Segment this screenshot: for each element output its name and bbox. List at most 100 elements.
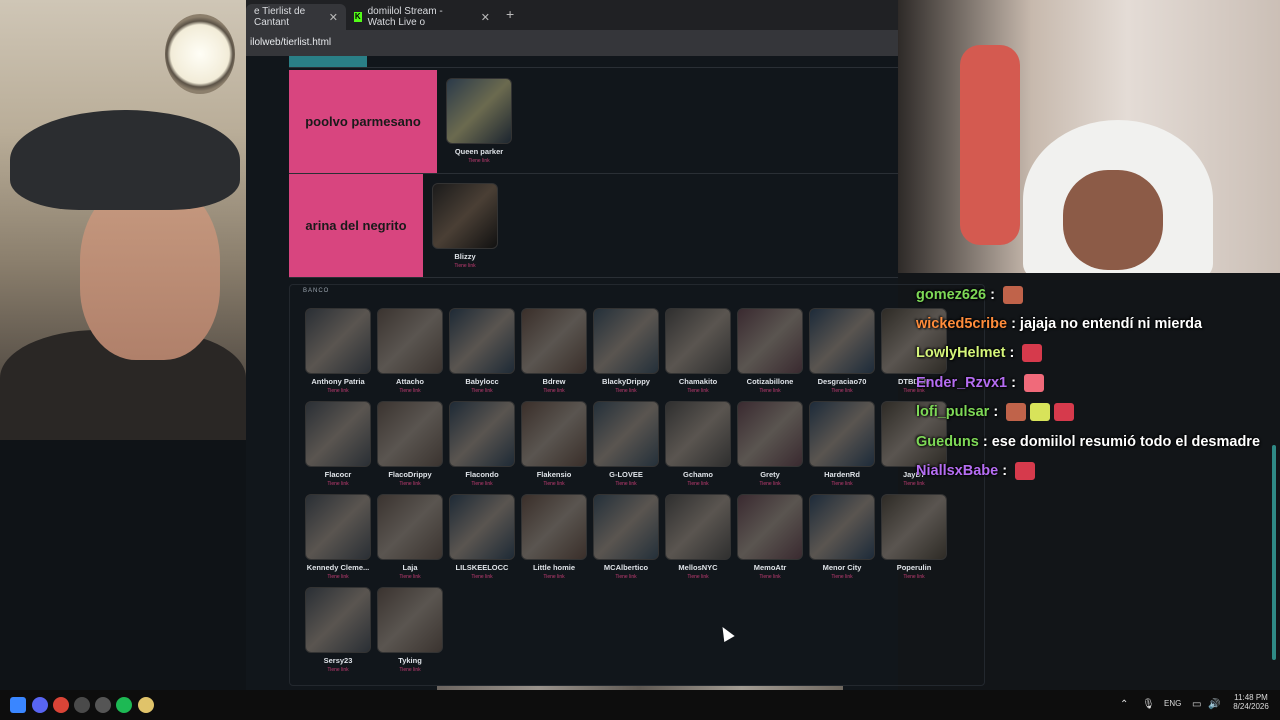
artist-card[interactable]: MCAlbertico Tiene link xyxy=(591,494,661,580)
artist-card[interactable]: MellosNYC Tiene link xyxy=(663,494,733,580)
artist-card[interactable]: Poperulin Tiene link xyxy=(879,494,949,580)
chat-username[interactable]: wicked5cribe xyxy=(916,316,1007,332)
artist-name: FlacoDrippy xyxy=(388,470,432,479)
cap xyxy=(10,110,240,210)
chat-text: ese domiilol resumió todo el desmadre xyxy=(991,433,1261,450)
artist-card[interactable]: Desgraciao70 Tiene link xyxy=(807,308,877,394)
artist-card[interactable]: LILSKEELOCC Tiene link xyxy=(447,494,517,580)
artist-name: HardenRd xyxy=(824,470,860,479)
chat-message: NiallsxBabe: xyxy=(916,456,1276,485)
artist-name: Sersy23 xyxy=(323,656,353,665)
windows-start-icon[interactable] xyxy=(10,697,26,713)
artist-card[interactable]: Kennedy Cleme... Tiene link xyxy=(303,494,373,580)
artist-link-note: Tiene link xyxy=(831,574,853,580)
chat-username[interactable]: NiallsxBabe xyxy=(916,463,998,479)
artist-card[interactable]: Sersy23 Tiene link xyxy=(303,587,373,673)
artist-name: Cotizabillone xyxy=(746,377,794,386)
chevron-up-icon[interactable]: ⌃ xyxy=(1120,699,1128,710)
browser-chrome: e Tierlist de Cantant ✕ K domiilol Strea… xyxy=(246,0,898,62)
chat-message: gomez626: xyxy=(916,280,1276,309)
scrollbar[interactable] xyxy=(1272,445,1276,660)
artist-link-note: Tiene link xyxy=(903,574,925,580)
artist-link-note: Tiene link xyxy=(687,481,709,487)
artist-photo xyxy=(665,494,731,560)
emote-icon xyxy=(1030,403,1051,422)
artist-card[interactable]: Queen parker Tiene link xyxy=(444,78,514,164)
artist-card[interactable]: Bdrew Tiene link xyxy=(519,308,589,394)
artist-photo xyxy=(737,494,803,560)
artist-link-note: Tiene link xyxy=(687,388,709,394)
chat-message: lofi_pulsar: xyxy=(916,398,1276,427)
artist-link-note: Tiene link xyxy=(471,574,493,580)
artist-card[interactable]: Tyking Tiene link xyxy=(375,587,445,673)
artist-link-note: Tiene link xyxy=(471,481,493,487)
close-icon[interactable]: ✕ xyxy=(329,11,338,24)
artist-card[interactable]: Cotizabillone Tiene link xyxy=(735,308,805,394)
artist-card[interactable]: MemoAtr Tiene link xyxy=(735,494,805,580)
emote-icon xyxy=(1023,373,1044,392)
new-tab-button[interactable]: + xyxy=(506,6,514,22)
volume-icon[interactable]: 🔊 xyxy=(1208,699,1220,710)
artist-photo xyxy=(449,494,515,560)
address-bar[interactable]: ilolweb/tierlist.html xyxy=(246,30,898,56)
tab-stream[interactable]: K domiilol Stream - Watch Live o ✕ xyxy=(346,4,498,30)
artist-card[interactable]: G-LOVEE Tiene link xyxy=(591,401,661,487)
chrome-active-icon[interactable] xyxy=(74,697,90,713)
chat-username[interactable]: LowlyHelmet xyxy=(916,345,1005,361)
artist-card[interactable]: Blizzy Tiene link xyxy=(430,183,500,269)
artist-link-note: Tiene link xyxy=(327,574,349,580)
artist-photo xyxy=(665,308,731,374)
artist-photo xyxy=(377,494,443,560)
language-indicator[interactable]: ENG xyxy=(1164,699,1181,708)
artist-card[interactable]: Attacho Tiene link xyxy=(375,308,445,394)
artist-photo xyxy=(809,494,875,560)
chat-username[interactable]: Gueduns xyxy=(916,434,979,450)
artist-link-note: Tiene link xyxy=(399,667,421,673)
chat-message: Ender_Rzvx1: xyxy=(916,368,1276,397)
artist-link-note: Tiene link xyxy=(759,388,781,394)
artist-card[interactable]: FlacoDrippy Tiene link xyxy=(375,401,445,487)
artist-name: Kennedy Cleme... xyxy=(306,563,370,572)
artist-card[interactable]: BlackyDrippy Tiene link xyxy=(591,308,661,394)
artist-card[interactable]: HardenRd Tiene link xyxy=(807,401,877,487)
artist-card[interactable]: Babylocc Tiene link xyxy=(447,308,517,394)
tab-tierlist[interactable]: e Tierlist de Cantant ✕ xyxy=(246,4,346,30)
artist-link-note: Tiene link xyxy=(615,574,637,580)
artist-card[interactable]: Chamakito Tiene link xyxy=(663,308,733,394)
close-icon[interactable]: ✕ xyxy=(481,11,490,24)
chat-message: wicked5cribe: jajaja no entendí ni mierda xyxy=(916,316,1203,333)
artist-card[interactable]: Flacocr Tiene link xyxy=(303,401,373,487)
artist-name: Flacondo xyxy=(465,470,499,479)
artist-card[interactable]: Menor City Tiene link xyxy=(807,494,877,580)
app-icon[interactable] xyxy=(138,697,154,713)
artist-card[interactable]: Grety Tiene link xyxy=(735,401,805,487)
artist-name: Bdrew xyxy=(542,377,566,386)
artist-card[interactable]: Gchamo Tiene link xyxy=(663,401,733,487)
discord-icon[interactable] xyxy=(32,697,48,713)
artist-name: Flacocr xyxy=(324,470,352,479)
artist-link-note: Tiene link xyxy=(399,481,421,487)
chat-username[interactable]: Ender_Rzvx1 xyxy=(916,375,1007,391)
chat-username[interactable]: gomez626 xyxy=(916,287,986,303)
artist-photo xyxy=(665,401,731,467)
artist-name: G-LOVEE xyxy=(609,470,643,479)
network-icon[interactable]: ▭ xyxy=(1192,699,1201,710)
artist-card[interactable]: Flacondo Tiene link xyxy=(447,401,517,487)
artist-card[interactable]: Flakensio Tiene link xyxy=(519,401,589,487)
artist-card[interactable]: Anthony Patria Tiene link xyxy=(303,308,373,394)
artist-photo xyxy=(377,308,443,374)
chrome-icon[interactable] xyxy=(53,697,69,713)
artist-link-note: Tiene link xyxy=(399,388,421,394)
obs-icon[interactable] xyxy=(95,697,111,713)
spotify-icon[interactable] xyxy=(116,697,132,713)
chat-username[interactable]: lofi_pulsar xyxy=(916,404,989,420)
clock[interactable]: 11:48 PM 8/24/2026 xyxy=(1228,693,1274,711)
artist-card[interactable]: Laja Tiene link xyxy=(375,494,445,580)
artist-name: Laja xyxy=(402,563,418,572)
artist-photo xyxy=(521,401,587,467)
bank-label: BANCO xyxy=(303,288,330,294)
microphone-icon[interactable]: 🎙 xyxy=(1142,699,1155,710)
artist-link-note: Tiene link xyxy=(327,667,349,673)
artist-photo xyxy=(809,401,875,467)
artist-card[interactable]: Little homie Tiene link xyxy=(519,494,589,580)
